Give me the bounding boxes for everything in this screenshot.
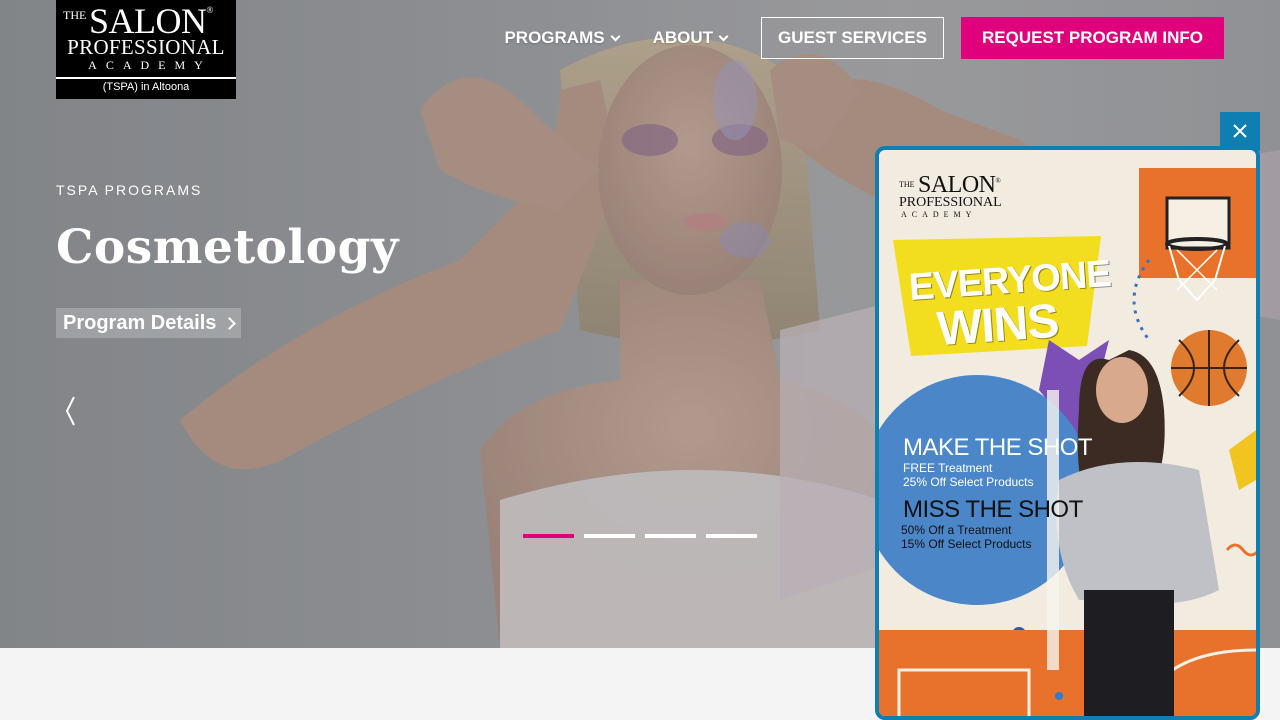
logo-registered: ® (206, 5, 214, 15)
popup-logo-the: THE (899, 180, 915, 189)
program-details-label: Program Details (63, 311, 217, 334)
promo-artwork (879, 168, 1256, 716)
hero-eyebrow: TSPA PROGRAMS (56, 182, 203, 198)
site-logo[interactable]: THE SALON® PROFESSIONAL ACADEMY (TSPA) i… (56, 0, 236, 99)
nav-about-label: ABOUT (652, 28, 714, 47)
main-nav: PROGRAMS ABOUT GUEST SERVICES REQUEST PR… (504, 17, 1224, 59)
request-program-info-button[interactable]: REQUEST PROGRAM INFO (960, 17, 1224, 59)
nav-programs[interactable]: PROGRAMS (504, 28, 621, 48)
promo-headline-wins: WINS (935, 294, 1061, 357)
logo-location: (TSPA) in Altoona (102, 81, 190, 93)
make-offer-line-1: FREE Treatment (903, 461, 993, 475)
guest-services-button[interactable]: GUEST SERVICES (761, 17, 944, 59)
slide-indicators (523, 534, 767, 538)
slide-indicator-1[interactable] (523, 534, 574, 538)
logo-divider (56, 77, 236, 79)
slide-indicator-4[interactable] (706, 534, 757, 538)
program-details-button[interactable]: Program Details (56, 308, 242, 338)
miss-offer-line-2: 15% Off Select Products (901, 537, 1032, 551)
nav-programs-label: PROGRAMS (504, 28, 605, 47)
miss-the-shot-heading: MISS THE SHOT (903, 496, 1083, 523)
promo-popup[interactable]: THE SALON® PROFESSIONAL ACADEMY EVERYONE… (875, 146, 1260, 720)
popup-logo-registered: ® (995, 177, 1001, 185)
slide-indicator-2[interactable] (584, 534, 635, 538)
chevron-down-icon (718, 31, 729, 41)
previous-slide-arrow-icon[interactable] (62, 394, 82, 428)
make-the-shot-heading: MAKE THE SHOT (903, 434, 1093, 461)
hero-title: Cosmetology (56, 220, 399, 275)
chevron-right-icon (223, 316, 237, 330)
popup-logo-professional: PROFESSIONAL (899, 195, 1002, 210)
logo-the: THE (63, 8, 87, 22)
logo-academy: ACADEMY (88, 58, 212, 72)
miss-offer-line-1: 50% Off a Treatment (901, 523, 1012, 537)
chevron-down-icon (610, 31, 621, 41)
logo-professional: PROFESSIONAL (67, 35, 225, 59)
make-offer-line-2: 25% Off Select Products (903, 475, 1034, 489)
popup-logo-academy: ACADEMY (901, 210, 977, 219)
slide-indicator-3[interactable] (645, 534, 696, 538)
nav-about[interactable]: ABOUT (652, 28, 729, 48)
